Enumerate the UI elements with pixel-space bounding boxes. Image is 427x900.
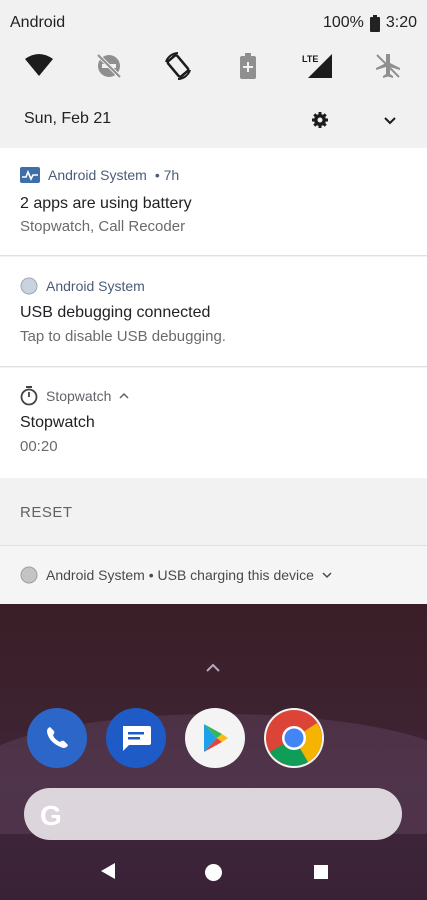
chevron-down-icon[interactable]	[322, 571, 332, 579]
expand-chevron-icon[interactable]	[378, 108, 402, 132]
play-store-icon[interactable]	[185, 708, 245, 768]
collapse-chevron-icon[interactable]	[119, 392, 129, 400]
date-row: Sun, Feb 21	[0, 100, 427, 140]
usb-debugging-notification[interactable]: Android System USB debugging connected T…	[0, 257, 427, 367]
notification-header: Stopwatch	[20, 386, 129, 406]
home-button-icon[interactable]	[205, 864, 222, 881]
messages-icon[interactable]	[106, 708, 166, 768]
notification-header: Android System • 7h	[20, 167, 179, 183]
usb-charging-notification[interactable]: Android System • USB charging this devic…	[0, 546, 427, 604]
charging-text: Android System • USB charging this devic…	[46, 567, 314, 583]
status-indicators: 100% 3:20	[323, 14, 417, 32]
airplane-mode-icon[interactable]	[370, 48, 406, 84]
dnd-off-icon[interactable]	[91, 48, 127, 84]
lte-signal-icon[interactable]: LTE	[300, 48, 336, 84]
home-screen: G	[0, 604, 427, 900]
app-drawer-arrow-icon[interactable]	[204, 662, 222, 674]
android-system-icon	[20, 566, 38, 584]
notification-app-name: Stopwatch	[46, 388, 112, 404]
notification-title: USB debugging connected	[20, 304, 211, 321]
wifi-icon[interactable]	[21, 48, 57, 84]
notification-text: Tap to disable USB debugging.	[20, 328, 226, 345]
back-button-icon[interactable]	[100, 862, 116, 880]
stopwatch-icon	[20, 386, 38, 406]
notification-app-name: Android System	[46, 278, 145, 294]
notification-title: 2 apps are using battery	[20, 195, 192, 212]
notification-app-name: Android System	[48, 167, 147, 183]
charging-content: Android System • USB charging this devic…	[20, 566, 332, 584]
notification-actions: RESET	[0, 478, 427, 546]
battery-percent: 100%	[322, 14, 364, 31]
android-system-icon	[20, 277, 38, 295]
lte-label: LTE	[302, 54, 318, 64]
auto-rotate-icon[interactable]	[160, 48, 196, 84]
settings-gear-icon[interactable]	[308, 108, 332, 132]
battery-activity-icon	[20, 167, 40, 183]
google-g-logo: G	[40, 800, 62, 831]
battery-icon	[369, 14, 380, 32]
quick-settings-tiles: LTE	[0, 48, 427, 88]
clock: 3:20	[385, 14, 417, 31]
stopwatch-time: 00:20	[20, 438, 58, 455]
chrome-icon[interactable]	[264, 708, 324, 768]
stopwatch-notification[interactable]: Stopwatch Stopwatch 00:20	[0, 368, 427, 478]
notification-title: Stopwatch	[20, 414, 95, 431]
notification-header: Android System	[20, 277, 145, 295]
date-label: Sun, Feb 21	[24, 110, 112, 127]
phone-icon[interactable]	[27, 708, 87, 768]
notification-text: Stopwatch, Call Recoder	[20, 218, 186, 235]
carrier-label: Android	[10, 14, 66, 31]
quick-settings-panel: Android 100% 3:20 LTE Sun, Feb 21	[0, 0, 427, 146]
battery-usage-notification[interactable]: Android System • 7h 2 apps are using bat…	[0, 148, 427, 256]
status-bar: Android 100% 3:20	[0, 0, 427, 46]
notification-time: • 7h	[154, 167, 180, 183]
reset-button[interactable]: RESET	[20, 504, 73, 521]
recents-button-icon[interactable]	[314, 865, 328, 879]
google-search-bar[interactable]	[24, 788, 402, 840]
battery-saver-icon[interactable]	[230, 48, 266, 84]
